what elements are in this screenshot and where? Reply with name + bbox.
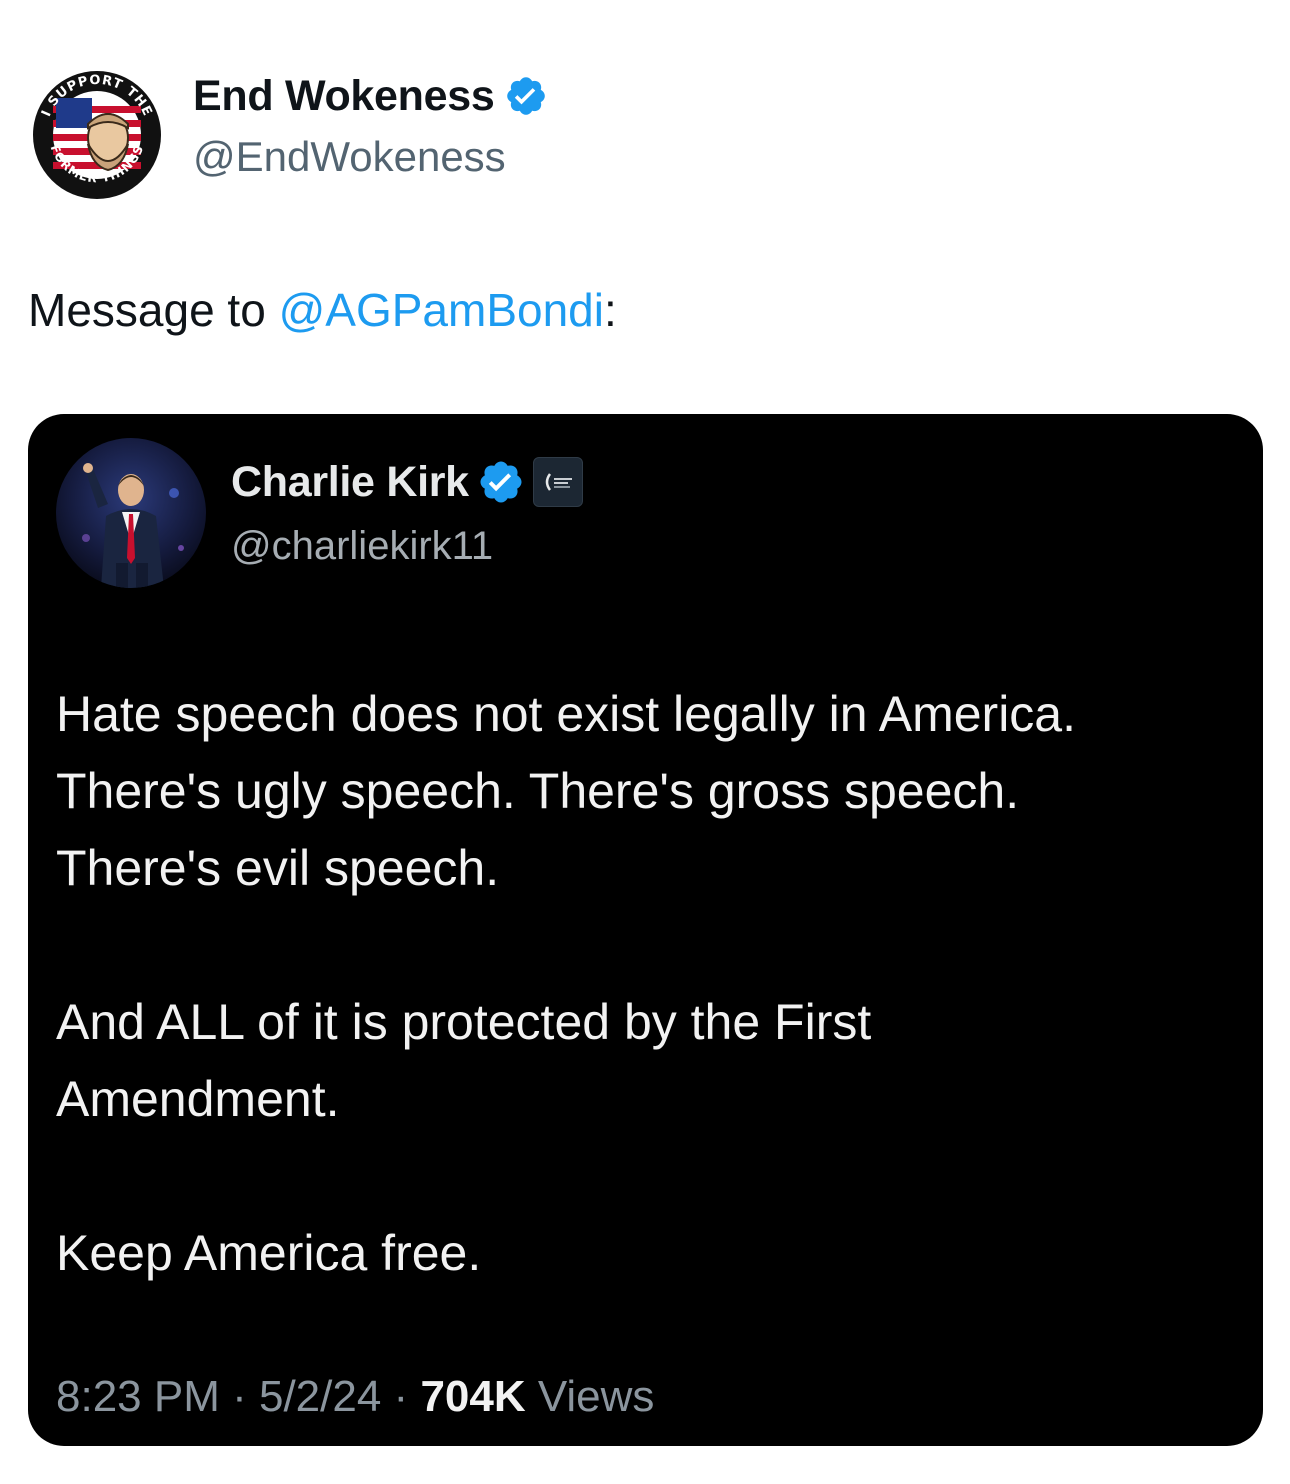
- embedded-tweet-meta: 8:23 PM · 5/2/24 · 704K Views: [56, 1372, 654, 1422]
- tweet-text: Message to @AGPamBondi:: [28, 283, 617, 337]
- embedded-tweet-card[interactable]: Charlie Kirk @charliekirk11 Hate speech …: [28, 414, 1263, 1446]
- author-avatar[interactable]: I SUPPORT THE FORMER THINGS: [28, 66, 166, 204]
- embedded-author-avatar[interactable]: [56, 438, 206, 588]
- tweet-date[interactable]: 5/2/24: [259, 1372, 381, 1421]
- author-display-name[interactable]: End Wokeness: [193, 72, 495, 121]
- embedded-author-name-row: Charlie Kirk: [231, 454, 583, 510]
- embedded-author-display-name[interactable]: Charlie Kirk: [231, 458, 469, 507]
- meta-separator: ·: [219, 1372, 259, 1421]
- embedded-verified-badge-icon: [477, 458, 525, 506]
- author-handle[interactable]: @EndWokeness: [193, 133, 506, 181]
- affiliate-badge-icon[interactable]: [532, 457, 583, 507]
- former-things-logo-icon: I SUPPORT THE FORMER THINGS: [28, 66, 166, 204]
- embedded-tweet-paragraph: And ALL of it is protected by the First …: [56, 994, 872, 1127]
- verified-badge-icon: [504, 74, 548, 118]
- tweet-text-suffix: :: [603, 284, 617, 336]
- embedded-tweet-body: Hate speech does not exist legally in Am…: [56, 676, 1236, 1292]
- tweet-text-prefix: Message to: [28, 284, 279, 336]
- views-label: Views: [525, 1372, 655, 1421]
- embedded-tweet-paragraph: Hate speech does not exist legally in Am…: [56, 686, 1076, 896]
- embedded-tweet-paragraph: Keep America free.: [56, 1225, 482, 1281]
- meta-separator: ·: [381, 1372, 421, 1421]
- author-name-row: End Wokeness: [193, 70, 548, 122]
- mention-link[interactable]: @AGPamBondi: [279, 284, 604, 336]
- embedded-author-handle[interactable]: @charliekirk11: [231, 524, 493, 569]
- tweet-time[interactable]: 8:23 PM: [56, 1372, 220, 1421]
- person-photo-icon: [56, 438, 206, 588]
- views-count[interactable]: 704K: [420, 1372, 525, 1421]
